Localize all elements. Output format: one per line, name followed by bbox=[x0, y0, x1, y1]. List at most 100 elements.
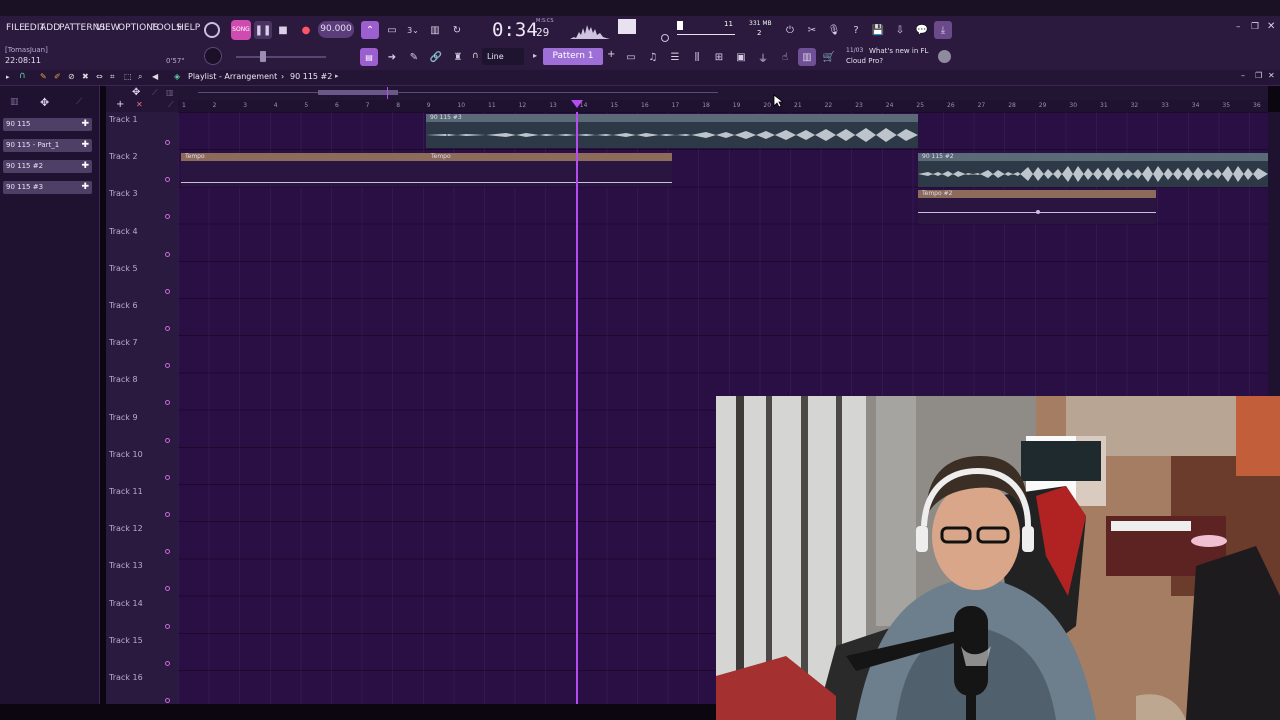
horizontal-scrollbar[interactable] bbox=[178, 86, 1268, 100]
step-edit-button[interactable]: ▥ bbox=[426, 21, 444, 39]
track-tool-icon[interactable]: ⟋ bbox=[152, 88, 158, 98]
link-button[interactable]: 🔗 bbox=[427, 48, 445, 66]
countdown-button[interactable]: 3⌄ bbox=[404, 21, 422, 39]
song-mode-toggle[interactable]: SONG bbox=[231, 20, 251, 40]
master-slider-track[interactable] bbox=[236, 56, 326, 58]
wait-for-input-button[interactable]: ▭ bbox=[383, 21, 401, 39]
track-enable-led[interactable] bbox=[165, 660, 170, 666]
metronome-button[interactable]: ⌃ bbox=[361, 21, 379, 39]
track-label[interactable]: Track 5 bbox=[109, 264, 138, 273]
pattern-add-icon[interactable]: ✚ bbox=[81, 160, 89, 173]
playhead-line[interactable] bbox=[576, 112, 578, 704]
track-enable-led[interactable] bbox=[165, 251, 170, 257]
tempo2-clip-body[interactable] bbox=[918, 198, 1156, 224]
scroll-thumb[interactable] bbox=[318, 90, 398, 95]
picker-patterns-icon[interactable]: ▥ bbox=[10, 97, 19, 107]
track-enable-led[interactable] bbox=[165, 140, 170, 145]
minimize-icon[interactable]: – bbox=[1236, 22, 1241, 32]
menu-add[interactable]: ADD bbox=[40, 23, 60, 33]
track-enable-led[interactable] bbox=[165, 698, 170, 703]
arrow-tool-button[interactable]: ➜ bbox=[383, 48, 401, 66]
track-enable-led[interactable] bbox=[165, 214, 170, 220]
track-label[interactable]: Track 6 bbox=[109, 301, 138, 310]
tempo-clip-header[interactable]: Tempo bbox=[181, 153, 427, 161]
track-label[interactable]: Track 3 bbox=[109, 189, 138, 198]
news-text-line-2[interactable]: Cloud Pro? bbox=[846, 57, 883, 65]
delete-tool-icon[interactable]: ⊘ bbox=[68, 72, 75, 81]
playlist-close-icon[interactable]: ✕ bbox=[1268, 71, 1275, 80]
slice-tool-icon[interactable]: ⌗ bbox=[110, 72, 115, 82]
track-label[interactable]: Track 11 bbox=[109, 487, 143, 496]
track-label[interactable]: Track 8 bbox=[109, 375, 138, 384]
playlist-menu-arrow-icon[interactable]: ▸ bbox=[6, 73, 10, 81]
playlist-restore-icon[interactable]: ❐ bbox=[1255, 71, 1262, 80]
paint-tool-button[interactable]: ✎ bbox=[405, 48, 423, 66]
loop-record-button[interactable]: ↻ bbox=[448, 21, 466, 39]
paint-tool-icon[interactable]: ✐ bbox=[54, 72, 61, 81]
track-label[interactable]: Track 16 bbox=[109, 673, 143, 682]
playlist-button[interactable]: ▭ bbox=[622, 48, 640, 66]
picker-audio-icon[interactable]: ⟋ bbox=[76, 97, 82, 107]
add-track-icon[interactable]: + bbox=[116, 99, 124, 110]
video-button[interactable]: ▥ bbox=[798, 48, 816, 66]
audio-clip-waveform[interactable] bbox=[426, 122, 918, 148]
news-text-line-1[interactable]: What's new in FL bbox=[869, 47, 928, 55]
playlist-minimize-icon[interactable]: – bbox=[1241, 71, 1245, 80]
shop-button[interactable]: 🛒 bbox=[820, 48, 838, 66]
menu-help[interactable]: HELP bbox=[177, 23, 200, 33]
track-label[interactable]: Track 14 bbox=[109, 599, 143, 608]
track-enable-led[interactable] bbox=[165, 623, 170, 629]
tempo-display[interactable]: 90.000 bbox=[318, 21, 354, 38]
tempo-clip-body[interactable] bbox=[181, 161, 672, 187]
audio-clip-2-header[interactable]: 90 115 #2 bbox=[918, 153, 1268, 161]
breadcrumb-arrow-icon[interactable]: ▸ bbox=[335, 72, 339, 80]
mixer-tools-button[interactable]: ✂ bbox=[803, 21, 821, 39]
help-button[interactable]: ? bbox=[847, 21, 865, 39]
tempo-clip-header-2[interactable]: Tempo bbox=[427, 153, 672, 161]
select-tool-icon[interactable]: ⬚ bbox=[124, 72, 132, 81]
mic-button[interactable]: 🎙 bbox=[825, 21, 843, 39]
track-label[interactable]: Track 15 bbox=[109, 636, 143, 645]
track-enable-led[interactable] bbox=[165, 437, 170, 443]
close-icon[interactable]: ✕ bbox=[1267, 21, 1275, 32]
pattern-prev-icon[interactable]: ▸ bbox=[533, 51, 537, 60]
pattern-item-90-115-part1[interactable]: 90 115 - Part_1 ✚ bbox=[3, 139, 92, 152]
track-move-icon[interactable]: ✥ bbox=[132, 87, 140, 98]
track-label[interactable]: Track 7 bbox=[109, 338, 138, 347]
track-enable-led[interactable] bbox=[165, 363, 170, 369]
track-label[interactable]: Track 10 bbox=[109, 450, 143, 459]
playhead-marker-icon[interactable] bbox=[571, 100, 583, 108]
timeline-ruler[interactable]: 1 2 3 4 5 6 7 8 9 10 11 12 13 14 15 16 17 18 19 20 21 22 23 24 2… bbox=[178, 100, 1268, 112]
snap-magnet-icon[interactable]: ∩ bbox=[19, 71, 26, 81]
snap-selector[interactable]: Line bbox=[482, 48, 524, 65]
stop-button[interactable]: ■ bbox=[274, 21, 292, 39]
master-pitch-knob[interactable] bbox=[204, 47, 222, 65]
audio-clip-2-waveform[interactable] bbox=[918, 161, 1268, 187]
track-label[interactable]: Track 1 bbox=[109, 115, 138, 124]
pattern-item-90-115-3[interactable]: 90 115 #3 ✚ bbox=[3, 181, 92, 194]
mixer-button[interactable]: ⫼ bbox=[688, 48, 706, 66]
draw-tool-icon[interactable]: ✎ bbox=[40, 72, 47, 81]
restore-icon[interactable]: ❐ bbox=[1251, 22, 1259, 32]
plugin-picker-button[interactable]: ⏚ bbox=[754, 48, 772, 66]
time-display[interactable]: 0:34 29 M:S:CS bbox=[474, 18, 584, 42]
piano-roll-button[interactable]: ♫ bbox=[644, 48, 662, 66]
reset-button[interactable]: ⏻ bbox=[781, 21, 799, 39]
menu-view[interactable]: VIEW bbox=[96, 23, 120, 33]
export-button[interactable]: ⇩ bbox=[891, 21, 909, 39]
track-label[interactable]: Track 9 bbox=[109, 413, 138, 422]
pattern-add-icon[interactable]: ✚ bbox=[81, 181, 89, 194]
track-label[interactable]: Track 2 bbox=[109, 152, 138, 161]
track-label[interactable]: Track 12 bbox=[109, 524, 143, 533]
playback-tool-icon[interactable]: ◀ bbox=[152, 72, 158, 81]
automation-point[interactable] bbox=[1036, 210, 1040, 214]
pattern-item-90-115-2[interactable]: 90 115 #2 ✚ bbox=[3, 160, 92, 173]
picker-move-icon[interactable]: ✥ bbox=[40, 96, 49, 109]
menu-file[interactable]: FILE bbox=[6, 23, 25, 33]
pattern-add-icon[interactable]: ✚ bbox=[81, 118, 89, 131]
master-slider-handle[interactable] bbox=[260, 51, 266, 62]
track-label[interactable]: Track 4 bbox=[109, 227, 138, 236]
touch-controller-button[interactable]: ☝ bbox=[776, 48, 794, 66]
browser-button[interactable]: ⊞ bbox=[710, 48, 728, 66]
track-enable-led[interactable] bbox=[165, 586, 170, 592]
